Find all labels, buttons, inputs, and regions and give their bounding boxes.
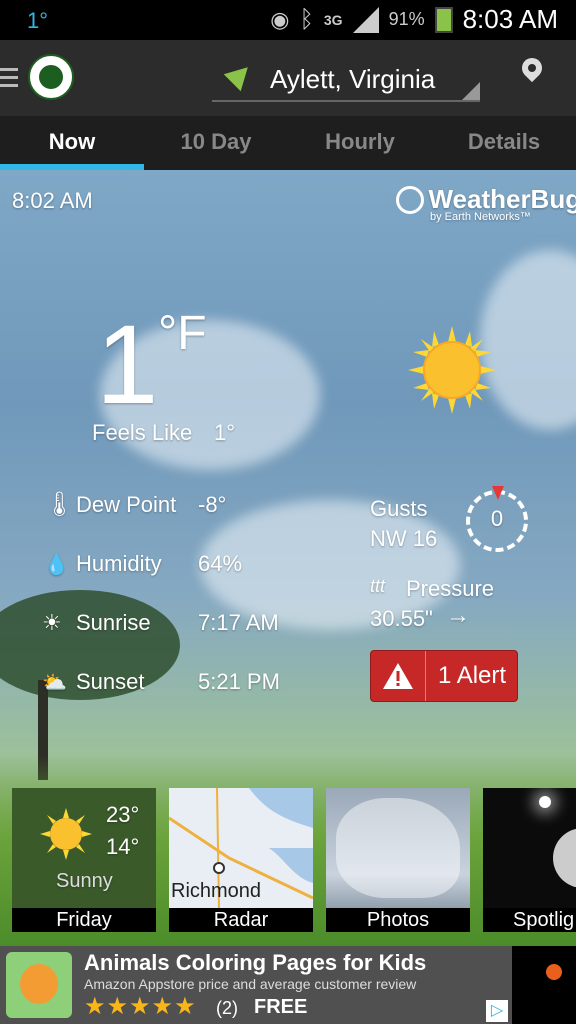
forecast-condition: Sunny <box>56 870 113 892</box>
rating-count: (2) <box>216 998 238 1018</box>
tab-details[interactable]: Details <box>432 116 576 170</box>
alert-button[interactable]: 1 Alert <box>370 650 518 702</box>
current-temperature: 1 <box>96 302 159 427</box>
dropdown-corner-icon <box>462 82 480 100</box>
location-name: Aylett, Virginia <box>270 64 436 94</box>
star-icon <box>539 796 551 808</box>
gusts-value: NW 16 <box>370 526 438 551</box>
gusts-label: Gusts <box>370 496 428 521</box>
sunrise-value: 7:17 AM <box>198 610 279 635</box>
weatherbug-brand: WeatherBug by Earth Networks™ <box>396 184 576 223</box>
forecast-tile-friday[interactable]: 23° 14° Sunny Friday <box>12 788 156 932</box>
feels-like-value: 1° <box>214 420 236 445</box>
pressure-icon: ttt <box>370 576 386 596</box>
tab-now[interactable]: Now <box>0 116 144 170</box>
clock: 8:03 AM <box>462 4 558 34</box>
location-arrow-icon <box>223 58 257 92</box>
map-pin-icon[interactable] <box>517 53 547 83</box>
updated-time: 8:02 AM <box>12 188 93 213</box>
weatherbug-brand-icon <box>396 185 424 214</box>
forecast-high: 23° <box>106 802 140 827</box>
location-selector[interactable]: Aylett, Virginia <box>212 58 480 102</box>
temperature-unit: °F <box>158 307 207 360</box>
ad-banner[interactable]: Animals Coloring Pages for Kids Amazon A… <box>0 946 512 1024</box>
tab-hourly[interactable]: Hourly <box>288 116 432 170</box>
sunrise-icon: ☀ <box>42 610 62 635</box>
menu-icon[interactable] <box>0 68 18 88</box>
ad-subtitle: Amazon Appstore price and average custom… <box>84 976 417 992</box>
alert-label: 1 Alert <box>438 662 507 689</box>
thermometer-icon: 🌡 <box>44 491 75 518</box>
ad-choices-icon[interactable]: ▷ <box>486 1000 508 1022</box>
pressure-label: Pressure <box>406 576 495 601</box>
dew-point-label: Dew Point <box>76 492 177 517</box>
humidity-label: Humidity <box>76 551 162 576</box>
sunset-value: 5:21 PM <box>198 669 280 694</box>
status-temperature: 1° <box>27 8 49 33</box>
tab-10-day[interactable]: 10 Day <box>144 116 288 170</box>
rating-stars-icon: ★★★★★ <box>84 993 197 1020</box>
humidity-value: 64% <box>198 551 243 576</box>
wind-dial-icon: 0 <box>466 486 528 552</box>
tile-caption: Radar <box>169 908 313 932</box>
battery-icon <box>434 6 453 33</box>
snow-photo <box>336 798 460 898</box>
ad-price: FREE <box>254 996 308 1018</box>
pressure-value: 30.55" <box>370 606 433 631</box>
app-bar: Aylett, Virginia <box>0 40 576 116</box>
humidity-icon: 💧 <box>44 554 69 576</box>
brand-name: WeatherBug <box>428 184 576 214</box>
signal-icon <box>352 6 379 33</box>
weatherbug-logo-icon[interactable] <box>28 54 74 100</box>
notification-icon <box>546 964 562 980</box>
radar-map-label: Richmond <box>171 880 262 902</box>
bluetooth-icon: ᛒ <box>299 5 314 33</box>
dew-point-value: -8° <box>198 492 227 517</box>
warning-icon <box>371 651 426 701</box>
tab-bar: Now 10 Day Hourly Details <box>0 116 576 170</box>
ad-close-area[interactable] <box>512 946 576 1024</box>
sunset-label: Sunset <box>76 669 145 694</box>
tile-caption: Friday <box>12 908 156 932</box>
eye-icon: ◉ <box>270 6 290 32</box>
tile-caption: Spotlig <box>483 908 576 932</box>
tiger-app-icon <box>6 952 72 1018</box>
sunrise-label: Sunrise <box>76 610 151 635</box>
feels-like-label: Feels Like <box>92 420 193 445</box>
wind-direction-pointer <box>492 486 504 500</box>
pressure-trend-arrow-icon: → <box>446 602 470 629</box>
status-bar: 1° ◉ ᛒ 3G 91% 8:03 AM <box>0 0 576 40</box>
tile-caption: Photos <box>326 908 470 932</box>
battery-percent: 91% <box>388 9 425 29</box>
forecast-low: 14° <box>106 834 140 859</box>
radar-tile[interactable]: Richmond Radar <box>169 788 313 932</box>
photos-tile[interactable]: Photos <box>326 788 470 932</box>
sunny-icon <box>40 808 92 860</box>
ad-title: Animals Coloring Pages for Kids <box>84 950 427 975</box>
spotlight-tile[interactable]: Spotlig <box>483 788 576 932</box>
sunny-icon <box>408 326 496 414</box>
network-label: 3G <box>323 11 343 28</box>
sunset-icon: ⛅ <box>42 672 67 694</box>
wind-dial-value: 0 <box>490 506 504 531</box>
status-icons: ◉ ᛒ 3G 91% 8:03 AM <box>270 4 558 35</box>
